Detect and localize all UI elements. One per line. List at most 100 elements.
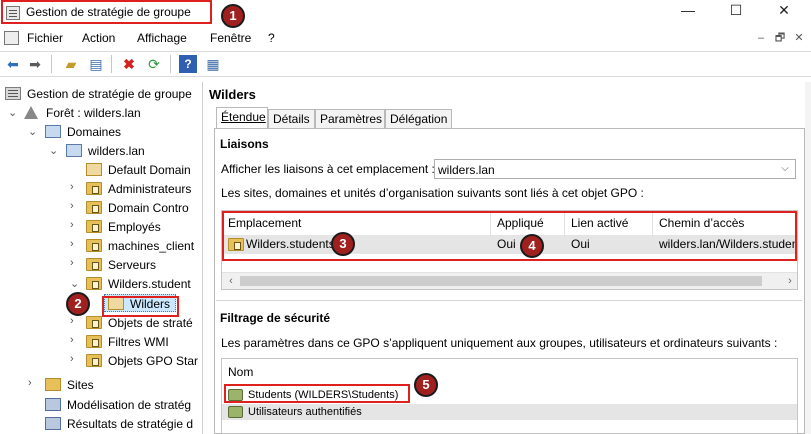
tree-label: wilders.lan <box>88 144 145 158</box>
scroll-left-icon[interactable]: ‹ <box>224 273 238 289</box>
tree-node-domain[interactable]: ⌄ wilders.lan <box>0 141 202 160</box>
gpmc-node-icon <box>5 87 21 100</box>
mdi-restore-button[interactable]: 🗗 <box>772 32 788 46</box>
highlight-security-group <box>224 384 410 403</box>
marker-3: 3 <box>331 232 355 256</box>
toolbar-separator <box>111 55 112 73</box>
tab-details[interactable]: Détails <box>268 109 315 129</box>
marker-1: 1 <box>221 4 245 28</box>
expand-chevron-icon[interactable]: › <box>70 353 74 365</box>
tree-node-sites[interactable]: › Sites <box>0 375 202 394</box>
list-item[interactable]: Utilisateurs authentifiés <box>222 404 797 420</box>
expand-chevron-icon[interactable]: › <box>70 257 74 269</box>
help-icon[interactable]: ? <box>179 55 197 73</box>
properties-icon[interactable]: ▦ <box>204 55 222 73</box>
show-hide-tree-icon[interactable]: ▤ <box>87 55 105 73</box>
sites-icon <box>45 378 61 391</box>
mdi-close-button[interactable]: ✕ <box>791 32 807 46</box>
delete-icon[interactable]: ✖ <box>120 55 138 73</box>
location-dropdown-value: wilders.lan <box>438 163 495 177</box>
mdi-minimize-button[interactable]: – <box>753 32 769 46</box>
chevron-down-icon: ⌵ <box>781 163 789 174</box>
scrollbar-thumb[interactable] <box>240 276 762 286</box>
tree-node-modeling[interactable]: Modélisation de stratég <box>0 395 202 414</box>
tree-label: Forêt : wilders.lan <box>46 106 141 120</box>
expand-chevron-icon[interactable]: › <box>70 200 74 212</box>
expand-chevron-icon[interactable]: › <box>28 377 32 389</box>
menu-fenetre[interactable]: Fenêtre <box>210 31 251 45</box>
collapse-chevron-icon[interactable]: ⌄ <box>8 106 17 119</box>
toolbar-separator <box>51 55 52 73</box>
show-links-label: Afficher les liaisons à cet emplacement … <box>221 162 435 176</box>
expand-chevron-icon[interactable]: › <box>70 219 74 231</box>
collapse-chevron-icon[interactable]: ⌄ <box>28 125 37 138</box>
folder-icon <box>86 335 102 348</box>
collapse-chevron-icon[interactable]: ⌄ <box>70 277 79 290</box>
tree-node-root[interactable]: Gestion de stratégie de groupe <box>0 84 202 103</box>
vertical-scrollbar[interactable] <box>805 82 811 434</box>
tab-etendue[interactable]: Étendue <box>216 107 268 128</box>
up-folder-icon[interactable]: ▰ <box>62 55 80 73</box>
tree-node-domains[interactable]: ⌄ Domaines <box>0 122 202 141</box>
folder-icon <box>86 354 102 367</box>
column-header-name[interactable]: Nom <box>228 365 253 379</box>
maximize-button[interactable]: ☐ <box>713 0 759 22</box>
document-icon <box>4 31 19 45</box>
tab-delegation[interactable]: Délégation <box>385 109 452 129</box>
tree-label: Filtres WMI <box>108 335 169 349</box>
toolbar-separator <box>170 55 171 73</box>
forest-icon <box>24 106 38 119</box>
collapse-chevron-icon[interactable]: ⌄ <box>49 144 58 157</box>
expand-chevron-icon[interactable]: › <box>70 315 74 327</box>
group-icon <box>228 406 243 418</box>
tree-node-ou[interactable]: › Employés <box>0 217 202 236</box>
tree-node-ou[interactable]: › Administrateurs <box>0 179 202 198</box>
tree-label: Wilders.student <box>108 277 191 291</box>
tree-node-default-domain[interactable]: Default Domain <box>0 160 202 179</box>
tree-label: Employés <box>108 220 161 234</box>
tree-label: Objets GPO Star <box>108 354 199 368</box>
gpo-title: Wilders <box>209 87 256 102</box>
tree-node-results[interactable]: Résultats de stratégie d <box>0 414 202 433</box>
links-section-title: Liaisons <box>220 137 269 151</box>
horizontal-scrollbar[interactable]: ‹ › <box>222 272 797 289</box>
tree-label: Administrateurs <box>108 182 192 196</box>
tree-label: Default Domain <box>108 163 191 177</box>
close-button[interactable]: ✕ <box>761 0 807 22</box>
results-icon <box>45 417 61 430</box>
ou-folder-icon <box>86 277 102 290</box>
tree-label: Modélisation de stratég <box>67 398 192 412</box>
tree-node-starter-gpos[interactable]: › Objets GPO Star <box>0 351 202 370</box>
expand-chevron-icon[interactable]: › <box>70 334 74 346</box>
tree-label: Gestion de stratégie de groupe <box>27 87 192 101</box>
tree-node-forest[interactable]: ⌄ Forêt : wilders.lan <box>0 103 202 122</box>
tree-node-ou[interactable]: › machines_client <box>0 236 202 255</box>
folder-icon <box>86 316 102 329</box>
tree-node-ou[interactable]: › Serveurs <box>0 255 202 274</box>
tree-node-ou[interactable]: ⌄ Wilders.student <box>0 274 202 293</box>
tree-node-wmi-filters[interactable]: › Filtres WMI <box>0 332 202 351</box>
tree-node-ou[interactable]: › Domain Contro <box>0 198 202 217</box>
back-arrow-icon[interactable]: ⬅ <box>4 55 22 73</box>
marker-5: 5 <box>414 373 438 397</box>
tree-label: Domaines <box>67 125 122 139</box>
menu-fichier[interactable]: Fichier <box>27 31 63 45</box>
scroll-right-icon[interactable]: › <box>783 273 797 289</box>
menu-action[interactable]: Action <box>82 31 115 45</box>
location-dropdown[interactable]: wilders.lan ⌵ <box>434 159 796 179</box>
tab-parametres[interactable]: Paramètres <box>315 109 385 129</box>
expand-chevron-icon[interactable]: › <box>70 181 74 193</box>
security-description: Les paramètres dans ce GPO s’appliquent … <box>221 336 778 350</box>
minimize-button[interactable]: — <box>665 0 711 22</box>
tree-label: Résultats de stratégie d <box>67 417 194 431</box>
forward-arrow-icon[interactable]: ➡ <box>26 55 44 73</box>
expand-chevron-icon[interactable]: › <box>70 238 74 250</box>
refresh-icon[interactable]: ⟳ <box>145 55 163 73</box>
highlight-selected-gpo <box>102 296 179 317</box>
menu-help[interactable]: ? <box>268 31 275 45</box>
ou-folder-icon <box>86 239 102 252</box>
highlight-links-table <box>222 211 797 261</box>
menu-affichage[interactable]: Affichage <box>137 31 187 45</box>
ou-folder-icon <box>86 220 102 233</box>
tree-label: Serveurs <box>108 258 157 272</box>
